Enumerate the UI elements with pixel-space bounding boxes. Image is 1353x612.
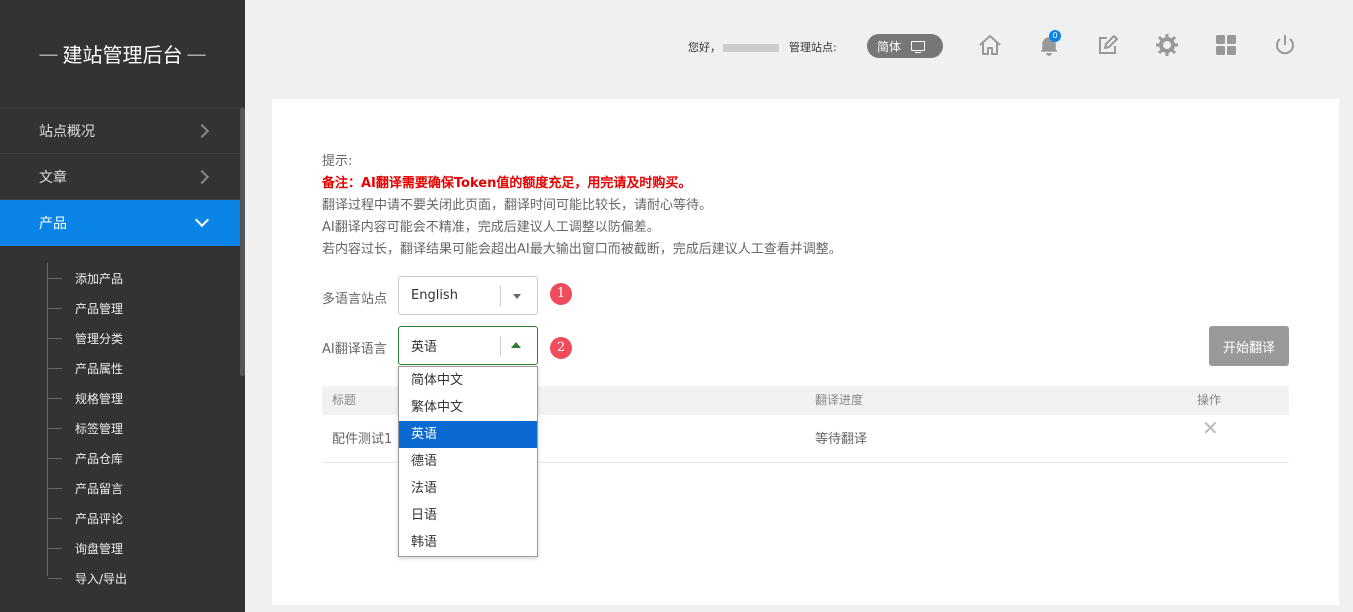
sidebar-scrollbar[interactable] [240,108,245,376]
logo-dash-right: — [186,41,207,66]
submenu-item-tags[interactable]: 标签管理 [0,413,245,443]
monitor-icon [911,41,926,53]
submenu-item-specs[interactable]: 规格管理 [0,383,245,413]
chevron-right-icon [194,169,210,184]
nav-label: 产品 [39,216,67,232]
submenu-item-add-product[interactable]: 添加产品 [0,263,245,293]
bell-icon[interactable]: 0 [1036,30,1062,58]
tips-line: 若内容过长，翻译结果可能会超出AI最大输出窗口而被截断，完成后建议人工查看并调整… [322,242,842,257]
language-select[interactable]: 英语 [398,326,538,365]
column-header-progress: 翻译进度 [815,393,864,407]
greeting-text: 您好， [688,41,721,54]
dropdown-option[interactable]: 繁体中文 [399,394,537,421]
submenu-item-reviews[interactable]: 产品评论 [0,503,245,533]
nav-item-overview[interactable]: 站点概况 [0,108,245,154]
select-divider [500,336,501,356]
delete-icon[interactable]: ✕ [1202,416,1219,440]
select-divider [500,286,501,306]
power-icon[interactable] [1272,32,1298,58]
home-icon[interactable] [977,32,1003,58]
tips-block: 提示: 备注：AI翻译需要确保Token值的额度充足，用完请及时购买。 翻译过程… [322,151,842,261]
tips-line: AI翻译内容可能会不精准，完成后建议人工调整以防偏差。 [322,220,660,235]
tips-warning: 备注：AI翻译需要确保Token值的额度充足，用完请及时购买。 [322,176,692,191]
sidebar-title: 建站管理后台 [62,43,183,67]
sidebar-logo: — 建站管理后台 — [0,0,245,108]
dropdown-option-selected[interactable]: 英语 [399,421,537,448]
notification-badge: 0 [1049,30,1061,42]
lang-pill-label: 简体 [877,39,902,54]
submenu-item-warehouse[interactable]: 产品仓库 [0,443,245,473]
site-select[interactable]: English [398,276,538,315]
submenu-item-messages[interactable]: 产品留言 [0,473,245,503]
caret-down-icon [513,294,521,299]
submenu-item-product-management[interactable]: 产品管理 [0,293,245,323]
step-badge-2: 2 [550,337,572,359]
redacted-username [723,44,779,52]
submenu-item-attributes[interactable]: 产品属性 [0,353,245,383]
column-header-title: 标题 [332,393,357,407]
column-header-action: 操作 [1197,393,1222,407]
chevron-right-icon [194,123,210,138]
site-select-value: English [411,288,458,303]
dropdown-option[interactable]: 法语 [399,475,537,502]
row-progress: 等待翻译 [815,432,868,447]
grid-icon[interactable] [1213,32,1239,58]
language-dropdown-list: 简体中文 繁体中文 英语 德语 法语 日语 韩语 [398,366,538,557]
language-switch-button[interactable]: 简体 [867,34,943,58]
step-badge-1: 1 [550,283,572,305]
submenu-item-categories[interactable]: 管理分类 [0,323,245,353]
lang-select-label: AI翻译语言 [322,342,387,357]
submenu-item-inquiries[interactable]: 询盘管理 [0,533,245,563]
site-label: 管理站点: [789,41,837,54]
product-submenu: 添加产品 产品管理 管理分类 产品属性 规格管理 标签管理 产品仓库 产品留言 … [0,246,245,593]
submenu-item-import-export[interactable]: 导入/导出 [0,563,245,593]
dropdown-option[interactable]: 日语 [399,502,537,529]
edit-icon[interactable] [1095,32,1121,58]
nav-item-articles[interactable]: 文章 [0,154,245,200]
dropdown-option[interactable]: 德语 [399,448,537,475]
site-select-label: 多语言站点 [322,292,388,307]
row-title: 配件测试1 [332,432,393,447]
nav-label: 文章 [39,169,67,186]
top-header: 您好， 管理站点: 简体 0 [245,0,1353,92]
dropdown-option[interactable]: 简体中文 [399,367,537,394]
nav-label: 站点概况 [39,123,95,140]
start-translation-button[interactable]: 开始翻译 [1209,326,1289,366]
caret-up-icon [511,342,521,348]
language-select-value: 英语 [411,340,438,355]
user-greeting: 您好， [688,39,779,55]
tips-title: 提示: [322,154,353,169]
gear-icon[interactable] [1154,32,1180,58]
dropdown-option[interactable]: 韩语 [399,529,537,556]
tips-line: 翻译过程中请不要关闭此页面，翻译时间可能比较长，请耐心等待。 [322,198,713,213]
sidebar: — 建站管理后台 — 站点概况 文章 产品 添加产品 产品管理 管理分类 产品属… [0,0,245,612]
logo-dash-left: — [38,41,59,66]
chevron-down-icon [194,212,210,228]
nav-item-products[interactable]: 产品 [0,200,245,246]
